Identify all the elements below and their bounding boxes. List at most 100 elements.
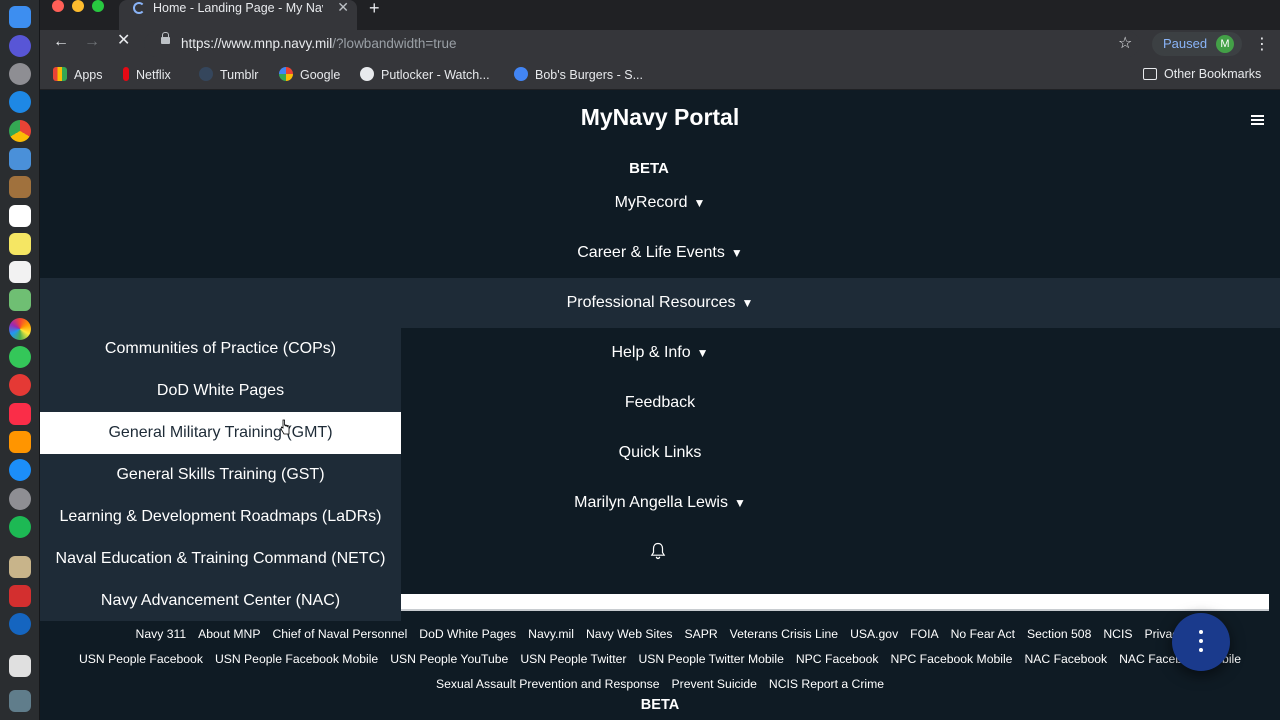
caret-down-icon: ▼: [693, 196, 706, 210]
bookmark-bobs-burgers[interactable]: Bob's Burgers - S...: [514, 67, 643, 82]
caret-down-icon: ▼: [730, 246, 743, 260]
nav-label: Quick Links: [618, 444, 702, 461]
chrome-menu-icon[interactable]: ⋮: [1254, 34, 1270, 54]
url-host: https://www.mnp.navy.mil: [181, 36, 333, 51]
footer-row-support: Sexual Assault Prevention and Response Pr…: [40, 677, 1280, 691]
footer-link[interactable]: NPC Facebook: [796, 652, 879, 666]
chrome-icon[interactable]: [9, 120, 31, 142]
dropdown-item-netc[interactable]: Naval Education & Training Command (NETC…: [40, 538, 401, 580]
footer-link[interactable]: NPC Facebook Mobile: [891, 652, 1013, 666]
google-icon: [279, 67, 293, 81]
profile-button[interactable]: Paused M: [1152, 32, 1242, 56]
footer-link[interactable]: NCIS: [1103, 627, 1132, 641]
footer-link[interactable]: NAC Facebook: [1024, 652, 1107, 666]
document-icon[interactable]: [9, 655, 31, 677]
footer-link[interactable]: USA.gov: [850, 627, 898, 641]
floating-action-button[interactable]: [1172, 613, 1230, 671]
dropdown-item-nac[interactable]: Navy Advancement Center (NAC): [40, 580, 401, 622]
footer-link[interactable]: USN People Facebook: [79, 652, 203, 666]
footer-link[interactable]: Navy Web Sites: [586, 627, 672, 641]
dropdown-item-gmt[interactable]: General Military Training (GMT): [40, 412, 401, 454]
nav-myrecord[interactable]: MyRecord ▼: [40, 178, 1280, 228]
footer-link[interactable]: Navy 311: [136, 627, 187, 641]
browser-tab[interactable]: Home - Landing Page - My Nav ✕: [119, 0, 357, 30]
launchpad-icon[interactable]: [9, 63, 31, 85]
hamburger-menu-icon[interactable]: [1251, 115, 1264, 125]
site-brand[interactable]: MyNavy Portal: [40, 104, 1280, 131]
footer-link[interactable]: Prevent Suicide: [672, 677, 757, 691]
reminders-icon[interactable]: [9, 261, 31, 283]
stop-loading-icon[interactable]: ✕: [117, 31, 130, 51]
bell-icon[interactable]: [650, 542, 666, 560]
trash-icon[interactable]: [9, 690, 31, 712]
bookmark-label: Google: [300, 68, 341, 82]
safari-icon[interactable]: [9, 91, 31, 113]
bookmark-tumblr[interactable]: Tumblr: [199, 67, 258, 82]
bookmark-apps[interactable]: Apps: [53, 67, 103, 82]
footer-link[interactable]: Veterans Crisis Line: [730, 627, 838, 641]
dropdown-item-cops[interactable]: Communities of Practice (COPs): [40, 328, 401, 370]
dropdown-item-ladrs[interactable]: Learning & Development Roadmaps (LaDRs): [40, 496, 401, 538]
bookmark-netflix[interactable]: Netflix: [123, 67, 171, 82]
professional-resources-dropdown: Communities of Practice (COPs) DoD White…: [40, 328, 401, 622]
bookmark-putlocker[interactable]: Putlocker - Watch...: [360, 67, 490, 82]
footer-link[interactable]: NCIS Report a Crime: [769, 677, 884, 691]
music-icon[interactable]: [9, 403, 31, 425]
calendar-icon[interactable]: [9, 205, 31, 227]
footer-link[interactable]: Navy.mil: [528, 627, 574, 641]
forward-arrow-icon[interactable]: →: [84, 32, 100, 52]
footer-link[interactable]: USN People Facebook Mobile: [215, 652, 378, 666]
footer-link[interactable]: About MNP: [198, 627, 260, 641]
footer-link[interactable]: USN People Twitter Mobile: [638, 652, 783, 666]
apps-grid-icon: [53, 67, 67, 81]
close-window-button[interactable]: [52, 0, 64, 12]
dropdown-item-gst[interactable]: General Skills Training (GST): [40, 454, 401, 496]
loading-spinner-icon: [133, 2, 145, 14]
no-entry-icon[interactable]: [9, 374, 31, 396]
finder-icon[interactable]: [9, 6, 31, 28]
system-preferences-icon[interactable]: [9, 488, 31, 510]
footer-link[interactable]: DoD White Pages: [419, 627, 516, 641]
maps-icon[interactable]: [9, 289, 31, 311]
minimize-window-button[interactable]: [72, 0, 84, 12]
footer-link[interactable]: FOIA: [910, 627, 938, 641]
tab-close-icon[interactable]: ✕: [337, 0, 349, 15]
dropdown-item-label: General Military Training (GMT): [108, 424, 333, 441]
footer-link[interactable]: No Fear Act: [951, 627, 1015, 641]
footer-link[interactable]: Sexual Assault Prevention and Response: [436, 677, 660, 691]
footer-link[interactable]: SAPR: [684, 627, 717, 641]
caret-down-icon: ▼: [733, 496, 746, 510]
photos-icon[interactable]: [9, 318, 31, 340]
footer-link[interactable]: Section 508: [1027, 627, 1091, 641]
nav-label: Feedback: [624, 394, 696, 411]
dropdown-item-dod-white-pages[interactable]: DoD White Pages: [40, 370, 401, 412]
avatar: M: [1216, 35, 1234, 53]
bookmark-label: Netflix: [136, 68, 171, 82]
other-bookmarks[interactable]: Other Bookmarks: [1143, 67, 1261, 81]
nav-professional-resources[interactable]: Professional Resources ▼: [40, 278, 1280, 328]
spotify-icon[interactable]: [9, 516, 31, 538]
app-store-icon[interactable]: [9, 459, 31, 481]
maximize-window-button[interactable]: [92, 0, 104, 12]
play-circle-icon: [514, 67, 528, 81]
footer-link[interactable]: USN People Twitter: [520, 652, 626, 666]
books-icon[interactable]: [9, 431, 31, 453]
bookmark-star-icon[interactable]: ☆: [1118, 33, 1132, 53]
nav-career-life-events[interactable]: Career & Life Events ▼: [40, 228, 1280, 278]
back-arrow-icon[interactable]: ←: [53, 32, 69, 52]
footer-link[interactable]: USN People YouTube: [390, 652, 508, 666]
bookmark-google[interactable]: Google: [279, 67, 340, 82]
footer-link[interactable]: Chief of Naval Personnel: [272, 627, 407, 641]
notes-brown-icon[interactable]: [9, 176, 31, 198]
address-bar[interactable]: https://www.mnp.navy.mil/?lowbandwidth=t…: [144, 31, 1140, 57]
mail-icon[interactable]: [9, 148, 31, 170]
preview-icon[interactable]: [9, 556, 31, 578]
notes-icon[interactable]: [9, 233, 31, 255]
acrobat-icon[interactable]: [9, 585, 31, 607]
browser-blue-icon[interactable]: [9, 613, 31, 635]
new-tab-button[interactable]: +: [369, 0, 380, 18]
siri-icon[interactable]: [9, 35, 31, 57]
footer-row-social: USN People Facebook USN People Facebook M…: [40, 652, 1280, 666]
messages-icon[interactable]: [9, 346, 31, 368]
url-text[interactable]: https://www.mnp.navy.mil/?lowbandwidth=t…: [181, 36, 457, 51]
